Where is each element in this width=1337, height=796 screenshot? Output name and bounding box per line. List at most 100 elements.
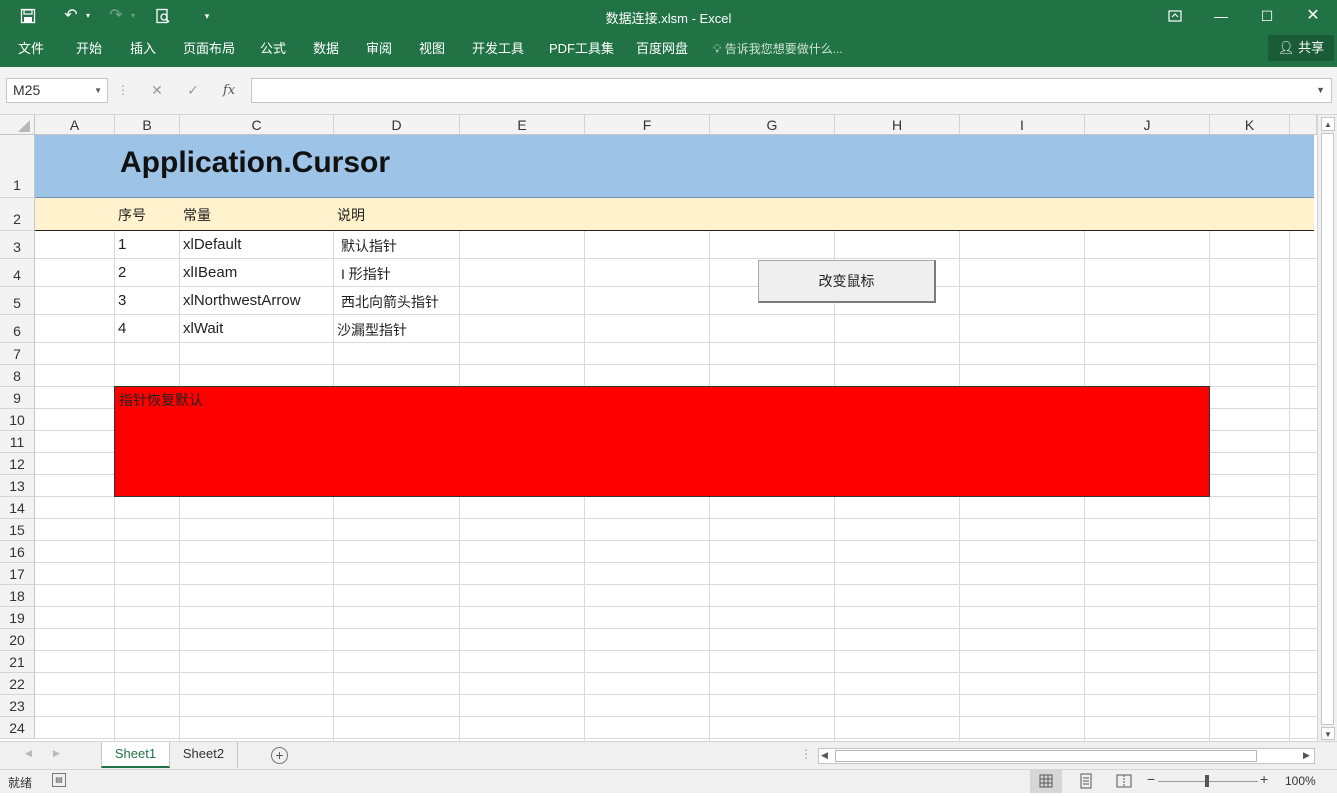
horizontal-scroll-thumb[interactable]: [835, 750, 1257, 762]
minimize-icon[interactable]: —: [1198, 4, 1244, 28]
row-header[interactable]: 2: [0, 198, 35, 231]
row-header[interactable]: 3: [0, 231, 35, 259]
gridline: [35, 584, 1317, 585]
row-header[interactable]: 4: [0, 259, 35, 287]
row-header[interactable]: 10: [0, 409, 35, 431]
row-header[interactable]: 22: [0, 673, 35, 695]
tab-review[interactable]: 审阅: [366, 38, 392, 60]
scroll-left-icon[interactable]: ◀: [821, 750, 828, 761]
normal-view-icon[interactable]: [1030, 770, 1062, 793]
scroll-right-icon[interactable]: ▶: [1303, 750, 1310, 761]
ready-status: 就绪: [8, 776, 33, 790]
share-button[interactable]: 👤︎ 共享: [1268, 35, 1334, 61]
change-cursor-button[interactable]: 改变鼠标: [758, 260, 936, 303]
page-layout-view-icon[interactable]: [1070, 770, 1102, 793]
row-header[interactable]: 24: [0, 717, 35, 739]
customize-qat-icon[interactable]: ▾: [200, 6, 214, 26]
row-header[interactable]: 23: [0, 695, 35, 717]
expand-formula-bar-icon[interactable]: ▼: [1316, 85, 1325, 95]
insert-function-icon[interactable]: fx: [215, 78, 243, 103]
column-header-a[interactable]: A: [35, 115, 115, 135]
horizontal-scrollbar[interactable]: ◀ ▶: [818, 748, 1315, 764]
worksheet-grid[interactable]: A B C D E F G H I J K 1 2 3 4 5 6 7 8 9 …: [0, 115, 1317, 741]
column-header-f[interactable]: F: [585, 115, 710, 135]
row-header[interactable]: 9: [0, 387, 35, 409]
column-header-e[interactable]: E: [460, 115, 585, 135]
zoom-out-icon[interactable]: −: [1147, 771, 1155, 787]
ribbon-display-options-icon[interactable]: [1152, 4, 1198, 28]
row-header[interactable]: 7: [0, 343, 35, 365]
print-preview-icon[interactable]: [152, 6, 174, 26]
tab-formulas[interactable]: 公式: [260, 38, 286, 60]
page-break-view-icon[interactable]: [1108, 770, 1140, 793]
reset-cursor-shape[interactable]: 指针恢复默认: [114, 386, 1210, 497]
row-header[interactable]: 21: [0, 651, 35, 673]
tab-view[interactable]: 视图: [419, 38, 445, 60]
vertical-scrollbar[interactable]: ▲ ▼: [1317, 115, 1337, 741]
sheet-tab-sheet1[interactable]: Sheet1: [101, 742, 170, 768]
cell-constant: xlWait: [183, 320, 224, 337]
new-sheet-icon[interactable]: +: [271, 747, 288, 764]
maximize-icon[interactable]: ☐: [1244, 4, 1290, 28]
name-box-value: M25: [13, 82, 41, 98]
scroll-up-icon[interactable]: ▲: [1321, 117, 1335, 131]
cell-description: I 形指针: [341, 266, 391, 282]
column-header-b[interactable]: B: [115, 115, 180, 135]
column-header-c[interactable]: C: [180, 115, 334, 135]
vertical-scroll-thumb[interactable]: [1321, 133, 1334, 725]
prev-sheet-icon[interactable]: ◀: [25, 748, 32, 759]
row-header[interactable]: 11: [0, 431, 35, 453]
sheet-tab-sheet2[interactable]: Sheet2: [170, 742, 238, 768]
cell-index: 1: [118, 236, 127, 253]
splitter-handle-icon[interactable]: ⋮: [800, 747, 812, 761]
scroll-down-icon[interactable]: ▼: [1321, 727, 1335, 740]
close-icon[interactable]: ✕: [1290, 4, 1336, 28]
name-box[interactable]: M25 ▼: [6, 78, 108, 103]
tab-home[interactable]: 开始: [76, 38, 102, 60]
tab-data[interactable]: 数据: [313, 38, 339, 60]
zoom-level[interactable]: 100%: [1285, 774, 1316, 788]
row-header[interactable]: 1: [0, 135, 35, 198]
row-header[interactable]: 5: [0, 287, 35, 315]
tab-developer[interactable]: 开发工具: [472, 38, 524, 60]
select-all-corner[interactable]: [0, 115, 35, 135]
column-header-k[interactable]: K: [1210, 115, 1290, 135]
tab-insert[interactable]: 插入: [130, 38, 156, 60]
row-header[interactable]: 6: [0, 315, 35, 343]
tell-me-box[interactable]: 💡︎ 告诉我您想要做什么...: [713, 38, 843, 60]
zoom-in-icon[interactable]: +: [1260, 771, 1268, 787]
chevron-down-icon[interactable]: ▼: [94, 79, 102, 102]
tab-baidu-netdisk[interactable]: 百度网盘: [636, 38, 688, 60]
row-header[interactable]: 13: [0, 475, 35, 497]
macro-record-icon[interactable]: ▤: [52, 773, 66, 787]
row-header[interactable]: 12: [0, 453, 35, 475]
gridline: [35, 518, 1317, 519]
undo-icon[interactable]: ↶: [60, 6, 82, 26]
column-header-h[interactable]: H: [835, 115, 960, 135]
cancel-icon: ✕: [151, 82, 163, 98]
next-sheet-icon[interactable]: ▶: [53, 748, 60, 759]
tab-pdf-tools[interactable]: PDF工具集: [549, 38, 614, 60]
row-header[interactable]: 18: [0, 585, 35, 607]
row-header[interactable]: 20: [0, 629, 35, 651]
undo-dropdown-icon[interactable]: ▾: [83, 6, 93, 26]
column-header-i[interactable]: I: [960, 115, 1085, 135]
row-header[interactable]: 15: [0, 519, 35, 541]
cell-description: 西北向箭头指针: [341, 294, 439, 310]
column-header-l[interactable]: [1290, 115, 1317, 135]
row-header[interactable]: 8: [0, 365, 35, 387]
row-header[interactable]: 17: [0, 563, 35, 585]
row-header[interactable]: 19: [0, 607, 35, 629]
save-icon[interactable]: [18, 6, 38, 26]
row-header[interactable]: 16: [0, 541, 35, 563]
header-row-fill: [35, 198, 1314, 231]
zoom-slider-thumb[interactable]: [1205, 775, 1209, 787]
row-header[interactable]: 14: [0, 497, 35, 519]
tab-file[interactable]: 文件: [18, 38, 44, 60]
tab-page-layout[interactable]: 页面布局: [183, 38, 235, 60]
column-header-d[interactable]: D: [334, 115, 460, 135]
cell-constant: xlIBeam: [183, 264, 238, 281]
column-header-j[interactable]: J: [1085, 115, 1210, 135]
column-header-g[interactable]: G: [710, 115, 835, 135]
formula-input[interactable]: ▼: [251, 78, 1332, 103]
